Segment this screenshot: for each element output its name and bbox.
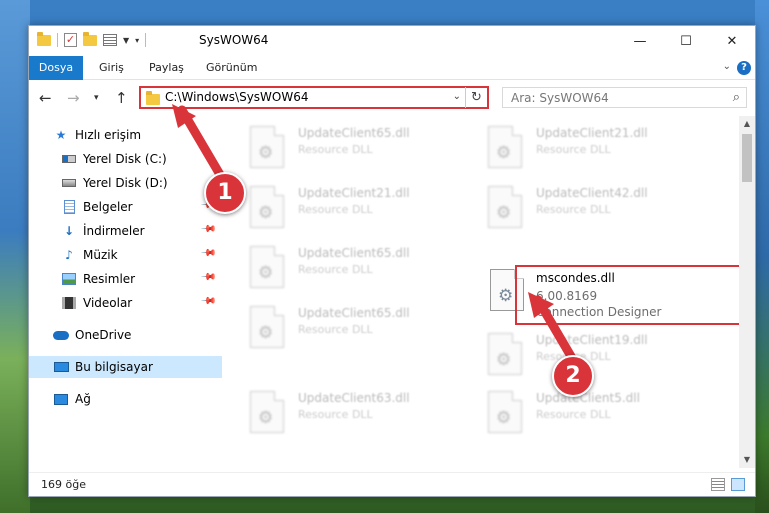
qat-menu-icon[interactable]: ▾ (135, 36, 139, 45)
dll-file-icon: ⚙ (488, 186, 522, 228)
scroll-down-icon[interactable]: ▼ (739, 452, 755, 468)
windows-drive-icon (61, 151, 77, 167)
minimize-button[interactable]: — (617, 26, 663, 56)
step-1-badge: 1 (204, 172, 246, 214)
search-placeholder: Ara: SysWOW64 (511, 91, 609, 105)
file-item[interactable]: ⚙ UpdateClient21.dll Resource DLL (224, 181, 454, 231)
properties-check-icon[interactable]: ✓ (64, 33, 77, 47)
new-folder-icon[interactable] (83, 31, 97, 46)
recent-locations-icon[interactable]: ▾ (94, 93, 99, 103)
desktop-background-left (0, 0, 30, 513)
toolbar-separator (57, 33, 58, 47)
documents-icon (61, 199, 77, 215)
dll-file-icon: ⚙ (250, 246, 284, 288)
dll-file-icon: ⚙ (250, 391, 284, 433)
vertical-scrollbar[interactable]: ▲ ▼ (739, 116, 755, 468)
tab-file[interactable]: Dosya (29, 56, 83, 80)
chevron-down-icon[interactable]: ⌄ (453, 91, 461, 102)
file-item[interactable]: ⚙ UpdateClient42.dll Resource DLL (462, 181, 692, 231)
file-list: ⚙ UpdateClient65.dll Resource DLL ⚙ Upda… (224, 116, 740, 468)
forward-arrow-icon[interactable]: → (67, 89, 80, 107)
back-arrow-icon[interactable]: ← (39, 89, 52, 107)
this-pc-icon (53, 359, 69, 375)
sidebar-item-onedrive[interactable]: OneDrive (53, 324, 246, 346)
details-view-icon[interactable] (711, 478, 725, 491)
file-explorer-window: ✓ ▼ ▾ SysWOW64 — ☐ ✕ Dosya Giriş Paylaş … (28, 25, 756, 497)
star-icon: ★ (55, 128, 67, 142)
help-icon[interactable]: ? (737, 61, 751, 75)
file-item[interactable]: ⚙ UpdateClient63.dll Resource DLL (224, 386, 454, 436)
tab-share[interactable]: Paylaş (135, 56, 198, 80)
highlight-box (515, 265, 740, 325)
dll-file-icon: ⚙ (250, 186, 284, 228)
sidebar-item-pictures[interactable]: Resimler 📌 (61, 268, 222, 290)
close-button[interactable]: ✕ (709, 26, 755, 56)
scroll-up-icon[interactable]: ▲ (739, 116, 755, 132)
pin-icon[interactable]: 📌 (199, 293, 216, 310)
address-bar[interactable]: C:\Windows\SysWOW64 ⌄ ↻ (139, 86, 489, 109)
dll-file-icon: ⚙ (250, 306, 284, 348)
downloads-icon: ↓ (63, 224, 75, 238)
status-bar: 169 öğe (29, 472, 755, 496)
dll-file-icon: ⚙ (488, 391, 522, 433)
dll-file-icon: ⚙ (488, 126, 522, 168)
drive-icon (61, 175, 77, 191)
pin-icon[interactable]: 📌 (199, 221, 216, 238)
customize-icon[interactable] (103, 34, 117, 46)
tiles-view-icon[interactable] (731, 478, 745, 491)
sidebar-item-this-pc[interactable]: Bu bilgisayar (29, 356, 222, 378)
folder-icon (37, 31, 51, 46)
sidebar-item-music[interactable]: ♪ Müzik 📌 (61, 244, 222, 266)
window-title: SysWOW64 (199, 33, 269, 47)
sidebar-item-downloads[interactable]: ↓ İndirmeler 📌 (61, 220, 222, 242)
tab-home[interactable]: Giriş (85, 56, 138, 80)
window-controls: — ☐ ✕ (617, 26, 755, 56)
network-icon (53, 391, 69, 407)
tab-view[interactable]: Görünüm (192, 56, 271, 80)
ribbon-tabs: Dosya Giriş Paylaş Görünüm ⌄ ? (29, 56, 755, 80)
file-item[interactable]: ⚙ UpdateClient65.dll Resource DLL (224, 121, 454, 171)
address-path[interactable]: C:\Windows\SysWOW64 (165, 90, 309, 104)
up-arrow-icon[interactable]: ↑ (115, 89, 128, 107)
item-count: 169 öğe (41, 478, 86, 491)
file-item[interactable]: ⚙ UpdateClient65.dll Resource DLL (224, 301, 454, 351)
scroll-thumb[interactable] (742, 134, 752, 182)
dll-file-icon: ⚙ (488, 333, 522, 375)
pin-icon[interactable]: 📌 (199, 269, 216, 286)
sidebar-item-documents[interactable]: Belgeler 📌 (61, 196, 222, 218)
step-2-badge: 2 (552, 355, 594, 397)
file-item[interactable]: ⚙ UpdateClient65.dll Resource DLL (224, 241, 454, 291)
pin-icon[interactable]: 📌 (199, 245, 216, 262)
maximize-button[interactable]: ☐ (663, 26, 709, 56)
file-item[interactable]: ⚙ UpdateClient21.dll Resource DLL (462, 121, 692, 171)
onedrive-icon (53, 327, 69, 343)
folder-icon (146, 91, 160, 105)
chevron-down-icon[interactable]: ▼ (123, 36, 129, 45)
pictures-icon (61, 271, 77, 287)
search-icon[interactable]: ⌕ (733, 90, 740, 105)
title-bar: ✓ ▼ ▾ SysWOW64 — ☐ ✕ (29, 26, 755, 56)
search-input[interactable]: Ara: SysWOW64 ⌕ (502, 87, 747, 108)
videos-icon (61, 295, 77, 311)
sidebar-item-quick-access[interactable]: ★ Hızlı erişim (53, 124, 246, 146)
refresh-icon[interactable]: ↻ (465, 87, 487, 108)
navigation-bar: ← → ▾ ↑ C:\Windows\SysWOW64 ⌄ ↻ Ara: Sys… (29, 81, 755, 115)
desktop-background-right (755, 0, 769, 513)
ribbon-expand-icon[interactable]: ⌄ (723, 61, 731, 72)
navigation-pane: ★ Hızlı erişim Yerel Disk (C:) Yerel Dis… (29, 116, 224, 468)
toolbar-separator (145, 33, 147, 47)
sidebar-item-network[interactable]: Ağ (53, 388, 246, 410)
music-icon: ♪ (65, 248, 73, 262)
dll-file-icon: ⚙ (250, 126, 284, 168)
sidebar-item-videos[interactable]: Videolar 📌 (61, 292, 222, 314)
quick-access-toolbar: ✓ ▼ ▾ (37, 31, 147, 47)
